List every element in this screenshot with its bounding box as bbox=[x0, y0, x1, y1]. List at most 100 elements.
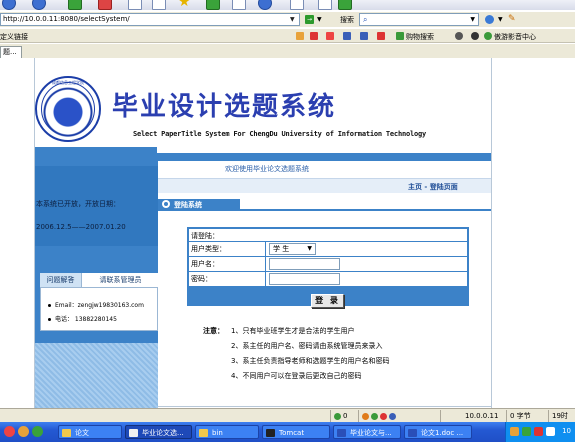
site-subtitle: Select PaperTitle System For ChengDu Uni… bbox=[133, 130, 427, 138]
contact-phone-row: 电话： 13882280145 bbox=[48, 314, 117, 323]
tray-icon-1[interactable] bbox=[510, 427, 519, 436]
note-2: 2、系主任的用户名、密码请由系统管理员来录入 bbox=[231, 342, 383, 350]
stop-icon[interactable] bbox=[98, 0, 112, 10]
tab-contact-admin[interactable]: 请联系管理员 bbox=[83, 273, 158, 287]
tools-icon[interactable] bbox=[152, 0, 166, 10]
status-icon-2[interactable] bbox=[371, 412, 378, 420]
search-label: 搜索 bbox=[340, 16, 354, 24]
breadcrumb: 主页 - 登陆页面 bbox=[408, 183, 458, 191]
forward-icon[interactable] bbox=[32, 0, 46, 10]
back-icon[interactable] bbox=[2, 0, 16, 10]
links-icon-8[interactable] bbox=[471, 32, 479, 40]
links-icon-6[interactable] bbox=[377, 32, 385, 40]
favorites-star-icon[interactable]: ★ bbox=[178, 0, 192, 9]
go-dropdown-icon[interactable]: ▼ bbox=[317, 16, 322, 23]
page-right-border bbox=[491, 58, 492, 408]
contact-email-row: Email：zengjw19830163.com bbox=[48, 300, 144, 309]
shopping-search-link[interactable]: 购物搜索 bbox=[406, 32, 434, 42]
search-dropdown-icon[interactable]: ▼ bbox=[470, 16, 475, 23]
edit-icon[interactable] bbox=[290, 0, 304, 10]
status-icon-1[interactable] bbox=[362, 412, 369, 420]
rss-icon[interactable] bbox=[338, 0, 352, 10]
page-icon[interactable] bbox=[128, 0, 142, 10]
history-icon[interactable] bbox=[206, 0, 220, 10]
sidebar-pattern bbox=[35, 343, 158, 408]
status-bytes: 0 字节 bbox=[506, 410, 546, 422]
shopping-search-icon[interactable] bbox=[396, 32, 404, 40]
password-input[interactable] bbox=[269, 273, 340, 285]
login-prompt: 请登陆： bbox=[191, 232, 219, 240]
username-input[interactable] bbox=[269, 258, 340, 270]
status-bar: 0 10.0.0.11 0 字节 19时 bbox=[0, 408, 575, 422]
user-type-select[interactable]: 学 生 ▼ bbox=[269, 243, 316, 255]
user-type-row: 用户类型： bbox=[189, 242, 265, 256]
word-icon bbox=[337, 429, 346, 437]
mail-icon[interactable] bbox=[232, 0, 246, 10]
quicklaunch-icon-1[interactable] bbox=[4, 426, 15, 437]
address-input[interactable]: http://10.0.0.11:8080/selectSystem/ bbox=[0, 13, 300, 26]
address-dropdown-icon[interactable]: ▼ bbox=[290, 16, 295, 23]
folder-icon bbox=[199, 429, 208, 437]
console-icon bbox=[266, 429, 275, 437]
taskbar-item-browser[interactable]: 毕业论文选... bbox=[125, 425, 192, 439]
tab-current-page[interactable]: 题... bbox=[0, 46, 22, 58]
search-input[interactable]: ⌕ ▼ bbox=[359, 13, 479, 26]
media-center-link[interactable]: 傲游影音中心 bbox=[494, 32, 536, 42]
go-button[interactable]: → bbox=[305, 15, 314, 24]
login-button[interactable]: 登 录 bbox=[311, 294, 344, 308]
links-icon-4[interactable] bbox=[343, 32, 351, 40]
browser-icon bbox=[129, 429, 138, 437]
taskbar-item-bin[interactable]: bin bbox=[195, 425, 259, 439]
status-icons bbox=[358, 410, 420, 422]
refresh-icon[interactable] bbox=[68, 0, 82, 10]
status-cell-1: 0 bbox=[330, 410, 358, 422]
links-icon-1[interactable] bbox=[296, 32, 304, 40]
tab-bar: 题... bbox=[0, 44, 575, 58]
header-band-inner bbox=[157, 147, 491, 153]
discuss-icon[interactable] bbox=[318, 0, 332, 10]
logo-text: 成都信息工程学院 bbox=[52, 80, 84, 85]
bullet-icon bbox=[48, 304, 51, 307]
status-icon-4[interactable] bbox=[389, 412, 396, 420]
media-center-icon[interactable] bbox=[484, 32, 492, 40]
status-icon-3[interactable] bbox=[380, 412, 387, 420]
quicklaunch-icon-2[interactable] bbox=[18, 426, 29, 437]
status-ip: 10.0.0.11 bbox=[440, 410, 498, 422]
note-4: 4、不同用户可以在登录后更改自己的密码 bbox=[231, 372, 362, 380]
quicklaunch-icon-3[interactable] bbox=[32, 426, 43, 437]
links-icon-2[interactable] bbox=[310, 32, 318, 40]
contact-phone: 电话： 13882280145 bbox=[55, 316, 117, 323]
links-bar: 定义链接 购物搜索 傲游影音中心 bbox=[0, 29, 575, 43]
links-icon-7[interactable] bbox=[455, 32, 463, 40]
address-bar: http://10.0.0.11:8080/selectSystem/ ▼ → … bbox=[0, 12, 575, 27]
login-prompt-row: 请登陆： bbox=[189, 229, 467, 241]
section-bullet-icon bbox=[162, 200, 170, 208]
tray-icon-3[interactable] bbox=[534, 427, 543, 436]
links-label[interactable]: 定义链接 bbox=[0, 32, 28, 42]
status-count: 0 bbox=[343, 412, 348, 420]
taskbar-item-lunwen[interactable]: 论文 bbox=[58, 425, 122, 439]
taskbar-item-tomcat[interactable]: Tomcat bbox=[262, 425, 330, 439]
username-label: 用户名： bbox=[191, 260, 219, 268]
note-3: 3、系主任负责指导老师和选题学生的用户名和密码 bbox=[231, 357, 390, 365]
tray-icon-4[interactable] bbox=[546, 427, 555, 436]
tab-faq[interactable]: 问题解答 bbox=[40, 273, 82, 287]
note-1: 1、只有毕业班学生才是合法的学生用户 bbox=[231, 327, 355, 335]
browser-toolbar: ★ bbox=[0, 0, 575, 10]
links-icon-3[interactable] bbox=[326, 32, 334, 40]
links-icon-5[interactable] bbox=[360, 32, 368, 40]
globe-dropdown-icon[interactable]: ▼ bbox=[498, 16, 503, 23]
password-label: 密码： bbox=[191, 275, 212, 283]
globe-icon[interactable] bbox=[485, 15, 494, 24]
folder-icon bbox=[62, 429, 71, 437]
content-bottom-rule bbox=[158, 406, 491, 407]
print-icon[interactable] bbox=[258, 0, 272, 10]
password-row: 密码： bbox=[189, 272, 265, 286]
taskbar-item-doc1[interactable]: 毕业论文与... bbox=[333, 425, 401, 439]
taskbar-item-doc2[interactable]: 论文1.doc ... bbox=[404, 425, 472, 439]
section-title: 登陆系统 bbox=[158, 199, 240, 211]
highlighter-icon[interactable]: ✎ bbox=[508, 14, 516, 24]
tray-icon-2[interactable] bbox=[522, 427, 531, 436]
user-type-value: 学 生 bbox=[273, 245, 290, 253]
system-status-text: 本系统已开放，开放日期： bbox=[36, 200, 120, 208]
